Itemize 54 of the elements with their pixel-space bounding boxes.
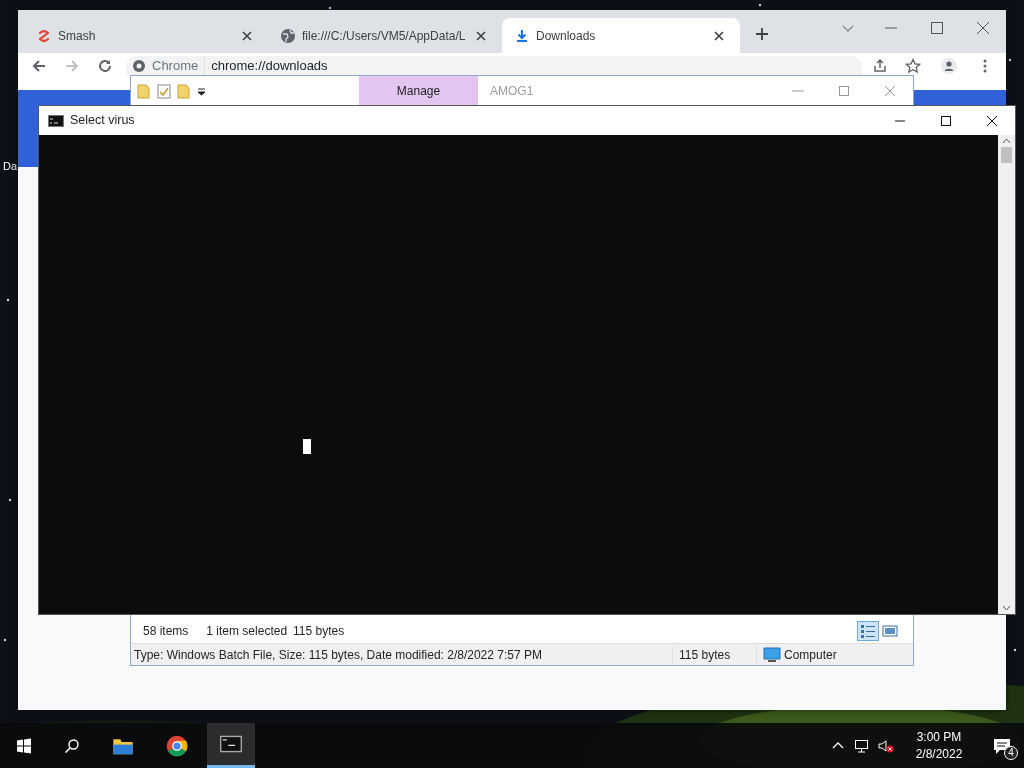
status-text: 1 item selected [206,623,288,640]
maximize-icon [929,20,945,36]
tab-title: file:///C:/Users/VM5/AppData/L [302,27,466,45]
close-icon [975,20,991,36]
details-view-button[interactable] [857,621,879,641]
download-icon [514,27,530,44]
browser-icon [166,734,188,757]
share-icon [872,58,888,74]
plus-icon [754,25,770,42]
minimize-icon [892,119,908,122]
console-icon [220,733,242,755]
taskbar-app-button[interactable] [207,723,255,768]
details-text: Type: Windows Batch File, Size: 115 bytes, Date modified: 2/8/2022 7:57 PM [133,646,543,664]
network-icon [854,737,870,754]
status-text: 58 items [143,623,189,640]
minimize-icon [883,27,899,29]
console-icon [48,114,64,127]
site-label: Chrome [152,56,199,75]
star-icon [905,58,921,74]
browser-tab[interactable]: file:///C:/Users/VM5/AppData/L [268,18,502,53]
desktop-icon-label[interactable]: Da [3,158,18,175]
details-view-icon [860,623,876,639]
text-cursor [303,439,311,454]
scrollbar[interactable] [998,135,1015,614]
details-text: 115 bytes [672,645,756,664]
window-title: Select virus [70,112,135,130]
window-title: AMOG1 [490,82,534,100]
notification-count: 4 [1004,746,1018,760]
arrow-right-icon [64,58,80,74]
tab-title: Smash [58,27,97,45]
globe-icon [280,27,296,44]
large-icons-view-icon [882,623,898,639]
browser-tab[interactable]: Downloads [502,18,740,53]
browser-tab[interactable]: Smash [24,18,268,53]
details-text: Computer [784,646,837,664]
volume-icon [878,737,894,754]
notifications-button[interactable]: 4 [980,723,1024,768]
arrow-left-icon [31,58,47,74]
clock-time[interactable]: 3:00 PM [916,728,962,746]
reload-icon [97,58,113,74]
swirl-icon [36,27,52,44]
computer-icon [763,646,781,663]
properties-icon[interactable] [157,82,171,99]
search-icon [64,737,80,754]
windows-logo-icon [16,737,32,754]
status-text: 115 bytes [293,623,345,640]
clock-date[interactable]: 2/8/2022 [915,745,963,763]
minimize-icon [790,89,806,92]
address-bar[interactable]: Chrome chrome://downloads [126,56,862,75]
profile-icon [941,58,957,74]
chrome-icon [132,58,146,73]
scrollbar-thumb[interactable] [1001,147,1012,163]
tab-title: Downloads [536,27,597,45]
ribbon-tab[interactable]: Manage [359,76,478,105]
